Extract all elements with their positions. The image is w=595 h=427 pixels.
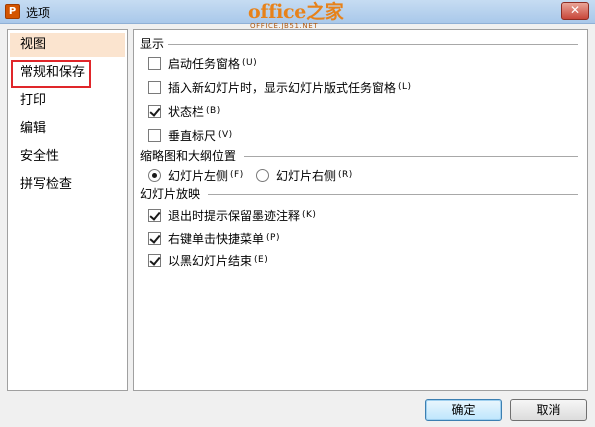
ok-button[interactable]: 确定 [425, 399, 502, 421]
sidebar-item-security[interactable]: 安全性 [10, 145, 125, 169]
option-vertical-ruler[interactable]: 垂直标尺 (V) [148, 126, 233, 144]
option-label: 插入新幻灯片时，显示幻灯片版式任务窗格 [168, 80, 397, 95]
option-label: 垂直标尺 [168, 128, 217, 143]
option-layout-taskpane[interactable]: 插入新幻灯片时，显示幻灯片版式任务窗格 (L) [148, 78, 412, 96]
option-label: 状态栏 [168, 104, 205, 119]
option-thumbnail-right[interactable]: 幻灯片右侧 (R) [256, 166, 353, 184]
sidebar-item-edit[interactable]: 编辑 [10, 117, 125, 141]
section-divider [168, 44, 578, 45]
option-hotkey: (U) [242, 58, 258, 68]
checkbox-checked[interactable] [148, 104, 161, 118]
section-heading-display: 显示 [140, 37, 165, 51]
checkbox[interactable] [148, 56, 161, 70]
option-keep-ink[interactable]: 退出时提示保留墨迹注释 (K) [148, 206, 316, 224]
option-startup-taskpane[interactable]: 启动任务窗格 (U) [148, 54, 257, 72]
highlight-annotation-box [11, 60, 91, 88]
option-hotkey: (V) [218, 130, 233, 140]
section-divider [244, 156, 578, 157]
option-hotkey: (R) [338, 170, 353, 180]
option-label: 幻灯片右侧 [276, 168, 337, 183]
option-right-click-menu[interactable]: 右键单击快捷菜单 (P) [148, 229, 280, 247]
sidebar-item-spellcheck[interactable]: 拼写检查 [10, 173, 125, 197]
option-label: 幻灯片左侧 [168, 168, 229, 183]
checkbox-checked[interactable] [148, 231, 161, 245]
watermark-main-text: office之家 [248, 1, 344, 23]
window-title: 选项 [26, 6, 51, 20]
option-hotkey: (P) [266, 233, 280, 243]
presentation-app-icon: P [5, 4, 20, 19]
option-hotkey: (K) [302, 210, 317, 220]
checkbox[interactable] [148, 128, 161, 142]
section-divider [208, 194, 578, 195]
sidebar-item-print[interactable]: 打印 [10, 89, 125, 113]
option-thumbnail-left[interactable]: 幻灯片左侧 (F) [148, 166, 244, 184]
option-end-black-slide[interactable]: 以黑幻灯片结束 (E) [148, 251, 268, 269]
option-status-bar[interactable]: 状态栏 (B) [148, 102, 221, 120]
option-label: 退出时提示保留墨迹注释 [168, 208, 301, 223]
close-button[interactable]: ✕ [561, 2, 589, 20]
radio[interactable] [256, 168, 269, 182]
option-hotkey: (F) [230, 170, 244, 180]
checkbox-checked[interactable] [148, 253, 161, 267]
option-hotkey: (E) [254, 255, 269, 265]
options-panel: 显示 启动任务窗格 (U) 插入新幻灯片时，显示幻灯片版式任务窗格 (L) 状态… [133, 29, 588, 391]
checkbox[interactable] [148, 80, 161, 94]
checkbox-checked[interactable] [148, 208, 161, 222]
section-heading-thumbnail-position: 缩略图和大纲位置 [140, 149, 237, 163]
option-hotkey: (L) [398, 82, 412, 92]
option-label: 启动任务窗格 [168, 56, 241, 71]
option-label: 右键单击快捷菜单 [168, 231, 265, 246]
radio-selected[interactable] [148, 168, 161, 182]
category-sidebar: 视图 常规和保存 打印 编辑 安全性 拼写检查 [7, 29, 128, 391]
option-hotkey: (B) [206, 106, 221, 116]
option-label: 以黑幻灯片结束 [168, 253, 253, 268]
sidebar-item-view[interactable]: 视图 [10, 33, 125, 57]
cancel-button[interactable]: 取消 [510, 399, 587, 421]
section-heading-slideshow: 幻灯片放映 [140, 187, 201, 201]
